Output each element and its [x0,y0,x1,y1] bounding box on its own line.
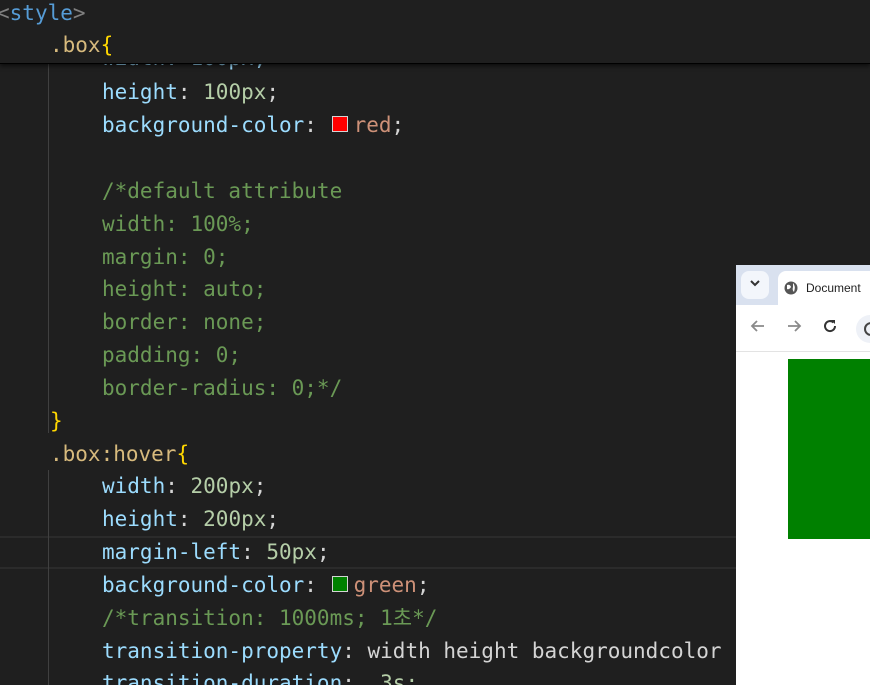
tab-title: Document [806,281,861,295]
page-viewport [736,352,870,685]
comment-line: border: none; [102,310,267,334]
back-arrow-icon [750,318,766,339]
closing-brace: } [50,409,63,433]
comment-line: border-radius: 0;*/ [102,376,343,400]
sticky-scroll-header[interactable]: <style> .box{ [0,0,870,64]
indent-guide [48,63,49,433]
indent-guide [48,470,49,685]
reload-icon [822,318,838,339]
comment-line: width: 100%; [102,212,254,236]
forward-arrow-icon [786,318,802,339]
comment-line: height: auto; [102,277,267,301]
reload-button[interactable] [820,318,840,338]
chevron-down-icon [749,276,761,294]
tab-strip: Document [736,265,870,305]
color-swatch-green[interactable] [331,576,348,592]
address-bar[interactable] [856,315,870,343]
globe-icon [784,281,798,295]
code-line-hover-width: width: 200px; [102,474,267,498]
comment-line-transition: /*transition: 1000ms; 1초*/ [102,606,438,630]
browser-tab[interactable]: Document [778,271,870,305]
browser-window: Document [736,265,870,685]
forward-button[interactable] [784,318,804,338]
tab-search-button[interactable] [741,271,769,299]
code-line-transition-property: transition-property: width height backgr… [102,639,722,663]
comment-line: padding: 0; [102,343,242,367]
browser-toolbar [736,305,870,352]
color-swatch-red[interactable] [331,116,348,132]
code-line-background-color: background-color: red; [102,113,405,137]
sticky-line-style[interactable]: <style> [0,0,86,30]
comment-line: /*default attribute [102,179,343,203]
site-info-icon[interactable] [864,322,870,336]
code-line-hover-margin-left: margin-left: 50px; [102,540,330,564]
code-line-transition-duration: transition-duration: .3s; [102,671,419,685]
demo-box[interactable] [788,359,870,539]
code-line-hover-height: height: 200px; [102,507,280,531]
code-line-hover-selector: .box:hover{ [50,442,190,466]
code-line-height: height: 100px; [102,80,280,104]
comment-line: margin: 0; [102,245,229,269]
back-button[interactable] [748,318,768,338]
code-line-hover-background-color: background-color: green; [102,573,430,597]
sticky-line-box-selector[interactable]: .box{ [50,29,113,62]
